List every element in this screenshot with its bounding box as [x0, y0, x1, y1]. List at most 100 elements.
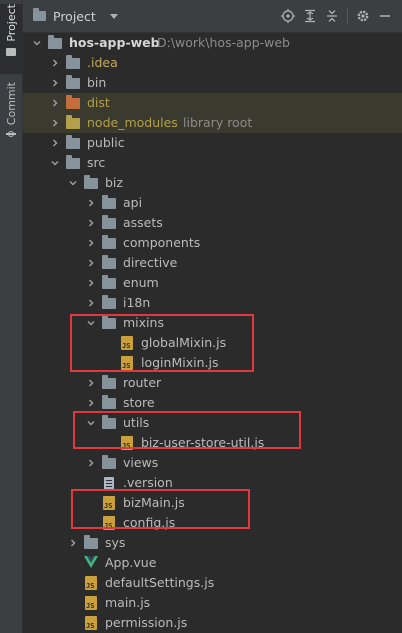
project-view-title: Project: [53, 8, 96, 24]
tree-row-store[interactable]: store: [23, 393, 402, 413]
tree-row-biz[interactable]: biz: [23, 173, 402, 193]
tree-item-label: directive: [123, 255, 178, 270]
chevron-right-icon[interactable]: [85, 197, 97, 209]
tree-row-globalmixin[interactable]: globalMixin.js: [23, 333, 402, 353]
chevron-right-icon[interactable]: [67, 537, 79, 549]
hide-icon[interactable]: [374, 5, 396, 27]
folder-icon: [101, 294, 117, 310]
folder-icon: [101, 454, 117, 470]
locate-icon[interactable]: [277, 5, 299, 27]
folder-icon: [6, 47, 16, 56]
tree-row-config[interactable]: config.js: [23, 513, 402, 533]
tree-row-permission[interactable]: permission.js: [23, 613, 402, 633]
tree-row-idea[interactable]: .idea: [23, 53, 402, 73]
js-file-icon: [119, 436, 135, 450]
tree-row-main[interactable]: main.js: [23, 593, 402, 613]
tree-row-dist[interactable]: dist: [23, 93, 402, 113]
tree-row-api[interactable]: api: [23, 193, 402, 213]
chevron-down-icon[interactable]: [49, 157, 61, 169]
tree-item-label: dist: [87, 95, 110, 110]
tree-item-label: main.js: [105, 595, 151, 610]
chevron-right-icon[interactable]: [49, 77, 61, 89]
chevron-down-icon[interactable]: [109, 13, 118, 19]
tree-row-directive[interactable]: directive: [23, 253, 402, 273]
chevron-down-icon[interactable]: [85, 417, 97, 429]
settings-icon[interactable]: [352, 5, 374, 27]
chevron-right-icon[interactable]: [49, 97, 61, 109]
folder-icon: [65, 114, 81, 130]
chevron-down-icon[interactable]: [85, 317, 97, 329]
chevron-right-icon[interactable]: [85, 217, 97, 229]
chevron-right-icon[interactable]: [85, 397, 97, 409]
folder-icon: [101, 214, 117, 230]
tool-window-strip: Project Commit: [0, 0, 23, 633]
project-view-selector[interactable]: Project: [33, 8, 118, 24]
tree-item-label: sys: [105, 535, 126, 550]
tree-row-mixins[interactable]: mixins: [23, 313, 402, 333]
tree-row-defaultsettings[interactable]: defaultSettings.js: [23, 573, 402, 593]
tree-item-label: .idea: [87, 55, 118, 70]
tree-row-components[interactable]: components: [23, 233, 402, 253]
folder-icon: [65, 154, 81, 170]
chevron-down-icon[interactable]: [31, 37, 43, 49]
js-file-icon: [101, 496, 117, 510]
tree-item-label: bin: [87, 75, 107, 90]
tree-row-assets[interactable]: assets: [23, 213, 402, 233]
tree-row-bizmain[interactable]: bizMain.js: [23, 493, 402, 513]
folder-icon: [101, 394, 117, 410]
expand-all-icon[interactable]: [299, 5, 321, 27]
tree-row-utils[interactable]: utils: [23, 413, 402, 433]
tree-item-label: biz: [105, 175, 123, 190]
module-folder-icon: [47, 34, 63, 50]
tree-item-label: globalMixin.js: [141, 335, 227, 350]
chevron-right-icon[interactable]: [85, 297, 97, 309]
chevron-down-icon[interactable]: [67, 177, 79, 189]
tree-row-app-vue[interactable]: App.vue: [23, 553, 402, 573]
folder-icon: [101, 194, 117, 210]
project-tree[interactable]: hos-app-web D:\work\hos-app-web .idea bin di…: [23, 32, 402, 633]
tree-item-label: loginMixin.js: [141, 355, 219, 370]
tree-row-views[interactable]: views: [23, 453, 402, 473]
folder-icon: [101, 374, 117, 390]
project-tool-label: Project: [4, 4, 18, 42]
chevron-right-icon[interactable]: [85, 237, 97, 249]
tree-row-biz-user-store-util[interactable]: biz-user-store-util.js: [23, 433, 402, 453]
commit-tool-tab[interactable]: Commit: [0, 82, 22, 144]
folder-icon: [101, 314, 117, 330]
tree-row-router[interactable]: router: [23, 373, 402, 393]
project-tool-tab[interactable]: Project: [0, 4, 22, 74]
folder-icon: [83, 534, 99, 550]
tree-item-label: enum: [123, 275, 159, 290]
chevron-right-icon[interactable]: [85, 377, 97, 389]
tree-row-root[interactable]: hos-app-web D:\work\hos-app-web: [23, 33, 402, 53]
chevron-right-icon[interactable]: [85, 457, 97, 469]
root-path-label: D:\work\hos-app-web: [157, 35, 290, 50]
folder-icon: [65, 94, 81, 110]
tree-row-sys[interactable]: sys: [23, 533, 402, 553]
chevron-right-icon[interactable]: [85, 257, 97, 269]
tree-item-label: views: [123, 455, 159, 470]
tree-row-node_modules[interactable]: node_modules library root: [23, 113, 402, 133]
chevron-right-icon[interactable]: [49, 117, 61, 129]
collapse-all-icon[interactable]: [321, 5, 343, 27]
folder-icon: [101, 414, 117, 430]
tree-row-src[interactable]: src: [23, 153, 402, 173]
js-file-icon: [101, 516, 117, 530]
tree-item-label: defaultSettings.js: [105, 575, 215, 590]
tree-row-version[interactable]: .version: [23, 473, 402, 493]
tree-item-label: config.js: [123, 515, 176, 530]
tree-item-label: public: [87, 135, 125, 150]
toolbar-divider: [347, 8, 348, 24]
chevron-right-icon[interactable]: [49, 57, 61, 69]
chevron-right-icon[interactable]: [49, 137, 61, 149]
tree-row-i18n[interactable]: i18n: [23, 293, 402, 313]
tree-item-label: permission.js: [105, 615, 188, 630]
tree-item-label: bizMain.js: [123, 495, 185, 510]
folder-icon: [101, 274, 117, 290]
tree-row-enum[interactable]: enum: [23, 273, 402, 293]
tree-row-loginmixin[interactable]: loginMixin.js: [23, 353, 402, 373]
tree-row-public[interactable]: public: [23, 133, 402, 153]
tree-row-bin[interactable]: bin: [23, 73, 402, 93]
vue-file-icon: [83, 555, 99, 570]
chevron-right-icon[interactable]: [85, 277, 97, 289]
